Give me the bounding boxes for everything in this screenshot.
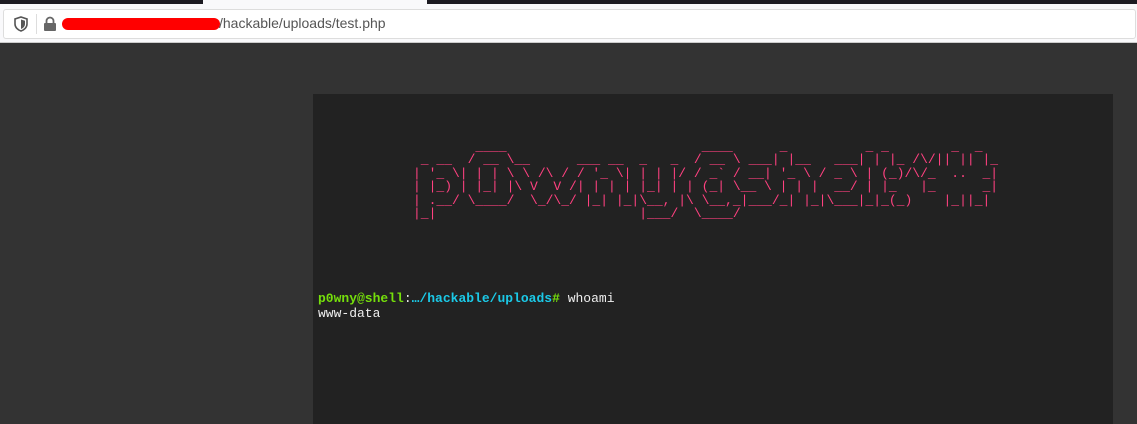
prompt-hash: # (552, 291, 560, 306)
prompt-separator: : (403, 291, 412, 306)
redacted-host (62, 18, 220, 30)
navigation-bar: /hackable/uploads/test.php (0, 4, 1137, 43)
command-text: whoami (567, 291, 615, 306)
url-text[interactable]: /hackable/uploads/test.php (219, 15, 386, 31)
prompt-user: p0wny@shell (318, 291, 404, 306)
url-field[interactable]: /hackable/uploads/test.php (3, 9, 1136, 39)
lock-icon[interactable] (43, 16, 57, 32)
terminal-output: p0wny@shell:…/hackable/uploads# whoami w… (318, 291, 615, 321)
url-separator (36, 14, 37, 34)
tracking-protection-shield-icon[interactable] (13, 16, 29, 32)
prompt-cwd: …/hackable/uploads (411, 291, 553, 306)
shell-terminal[interactable]: ____ ____ _ _ _ _ _ _ __ / __ \__ ___ __… (313, 94, 1113, 424)
p0wny-shell-banner: ____ ____ _ _ _ _ _ _ __ / __ \__ ___ __… (413, 139, 999, 222)
command-output: www-data (318, 306, 381, 321)
